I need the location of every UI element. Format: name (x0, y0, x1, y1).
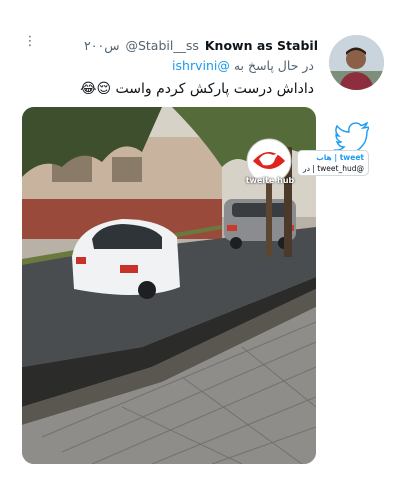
avatar-photo (329, 35, 384, 90)
reply-prefix: در حال پاسخ به (233, 58, 314, 73)
tweet-header: Known as Stabil @Stabil__ss ۲۰۰س (62, 36, 318, 54)
tweet-timestamp[interactable]: ۲۰۰س (84, 38, 119, 53)
twitter-bird-icon (333, 121, 370, 155)
watermark-badge: tweet | هاب @tweet_hud | در اینتا (297, 150, 369, 176)
watermark-badge-line1: tweet | هاب (316, 153, 364, 162)
reply-mention-link[interactable]: @ishrvini (172, 58, 230, 73)
author-handle[interactable]: @Stabil__ss (125, 38, 198, 53)
replying-to-line: در حال پاسخ به @ishrvini (172, 58, 314, 73)
author-name[interactable]: Known as Stabil (205, 38, 318, 53)
watermark-text: tweite hub (245, 176, 295, 185)
tweet-text: داداش درست پارکش کردم واست 😌😂 (80, 81, 314, 97)
avatar[interactable] (329, 35, 384, 90)
watermark-badge-line2: @tweet_hud | در اینتا (302, 164, 364, 173)
more-options-icon[interactable]: ⋮ (22, 34, 38, 50)
